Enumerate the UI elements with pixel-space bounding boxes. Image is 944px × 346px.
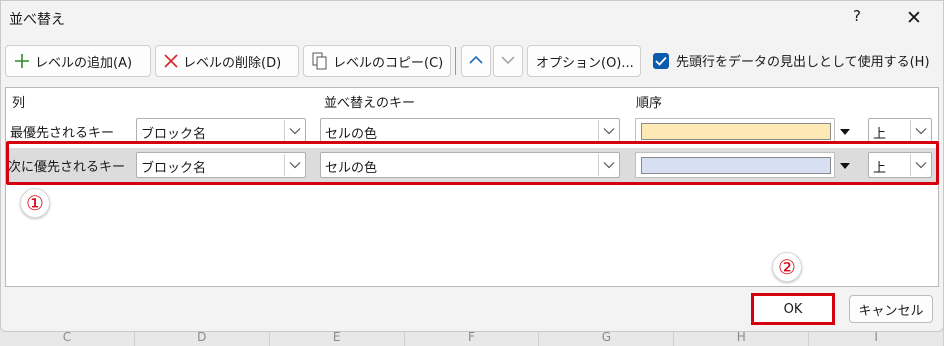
title-bar: 並べ替え ? ✕ — [1, 1, 943, 37]
ok-button[interactable]: OK — [751, 293, 835, 325]
sort-on-header-label: 並べ替えのキー — [324, 96, 416, 111]
x-delete-icon — [164, 54, 178, 68]
options-label: オプション(O)... — [536, 55, 634, 71]
move-up-button[interactable] — [461, 45, 491, 77]
caret-down-icon — [840, 124, 850, 139]
cancel-button[interactable]: キャンセル — [849, 295, 933, 323]
plus-icon — [14, 53, 30, 69]
sort-level-label: 最優先されるキー — [10, 126, 115, 141]
header-row-checkbox-label: 先頭行をデータの見出しとして使用する(H) — [676, 55, 930, 70]
help-button[interactable]: ? — [847, 7, 867, 25]
delete-level-label: レベルの削除(D) — [183, 55, 282, 71]
delete-level-button[interactable]: レベルの削除(D) — [155, 45, 299, 77]
toolbar-separator — [455, 47, 456, 75]
copy-icon — [312, 52, 328, 70]
toolbar: レベルの追加(A) レベルの削除(D) レベルのコピー(C) オプション(O).… — [1, 45, 943, 79]
move-down-button[interactable] — [493, 45, 523, 77]
dialog-title: 並べ替え — [9, 12, 65, 28]
chevron-up-icon — [469, 54, 483, 69]
options-button[interactable]: オプション(O)... — [527, 45, 641, 77]
close-button[interactable]: ✕ — [901, 5, 927, 31]
chevron-down-icon — [501, 54, 515, 69]
add-level-button[interactable]: レベルの追加(A) — [5, 45, 151, 77]
ok-label: OK — [783, 301, 803, 317]
add-level-label: レベルの追加(A) — [35, 55, 133, 71]
header-row-checkbox[interactable]: 先頭行をデータの見出しとして使用する(H) — [653, 51, 930, 70]
column-select-value: ブロック名 — [141, 127, 207, 142]
chevron-down-icon[interactable] — [284, 120, 304, 142]
color-swatch — [641, 123, 831, 140]
column-header-label: 列 — [12, 96, 26, 111]
chevron-down-icon[interactable] — [598, 120, 618, 142]
copy-level-button[interactable]: レベルのコピー(C) — [303, 45, 451, 77]
sort-on-select-value: セルの色 — [325, 127, 378, 142]
cancel-label: キャンセル — [858, 303, 924, 319]
order-header-label: 順序 — [636, 96, 663, 111]
annotation-marker-1: ① — [20, 188, 50, 218]
copy-level-label: レベルのコピー(C) — [333, 55, 444, 71]
checkmark-icon[interactable] — [653, 52, 669, 69]
highlight-box-row2 — [6, 141, 939, 185]
chevron-down-icon[interactable] — [910, 120, 930, 142]
annotation-marker-2: ② — [772, 252, 802, 282]
position-select-value: 上 — [873, 127, 887, 142]
